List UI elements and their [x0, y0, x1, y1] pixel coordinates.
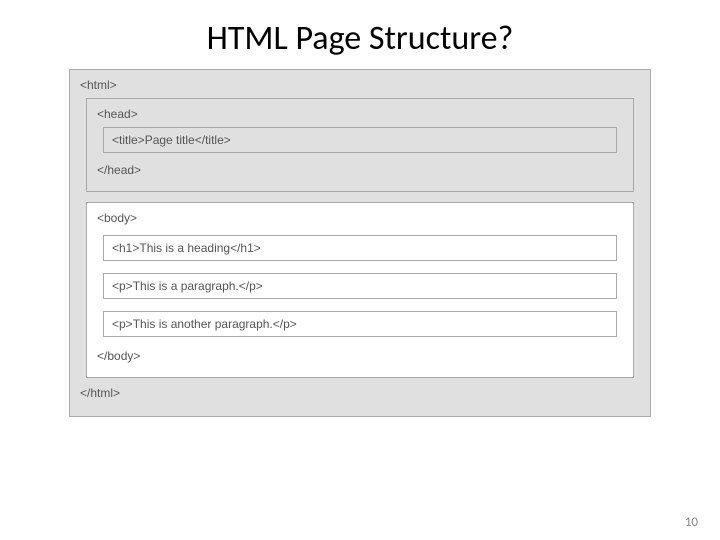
- html-structure-diagram: <html> <head> <title>Page title</title> …: [69, 69, 651, 417]
- slide-title: HTML Page Structure?: [0, 0, 720, 69]
- h1-element-box: <h1>This is a heading</h1>: [103, 235, 617, 261]
- html-open-tag: <html>: [80, 78, 640, 92]
- p1-element-box: <p>This is a paragraph.</p>: [103, 273, 617, 299]
- page-number: 10: [685, 515, 698, 530]
- p2-element-box: <p>This is another paragraph.</p>: [103, 311, 617, 337]
- html-close-tag: </html>: [80, 386, 640, 400]
- head-open-tag: <head>: [97, 107, 623, 121]
- head-box: <head> <title>Page title</title> </head>: [86, 98, 634, 192]
- body-box: <body> <h1>This is a heading</h1> <p>Thi…: [86, 202, 634, 378]
- body-open-tag: <body>: [97, 211, 623, 225]
- body-close-tag: </body>: [97, 349, 623, 363]
- title-element-box: <title>Page title</title>: [103, 127, 617, 153]
- head-close-tag: </head>: [97, 163, 623, 177]
